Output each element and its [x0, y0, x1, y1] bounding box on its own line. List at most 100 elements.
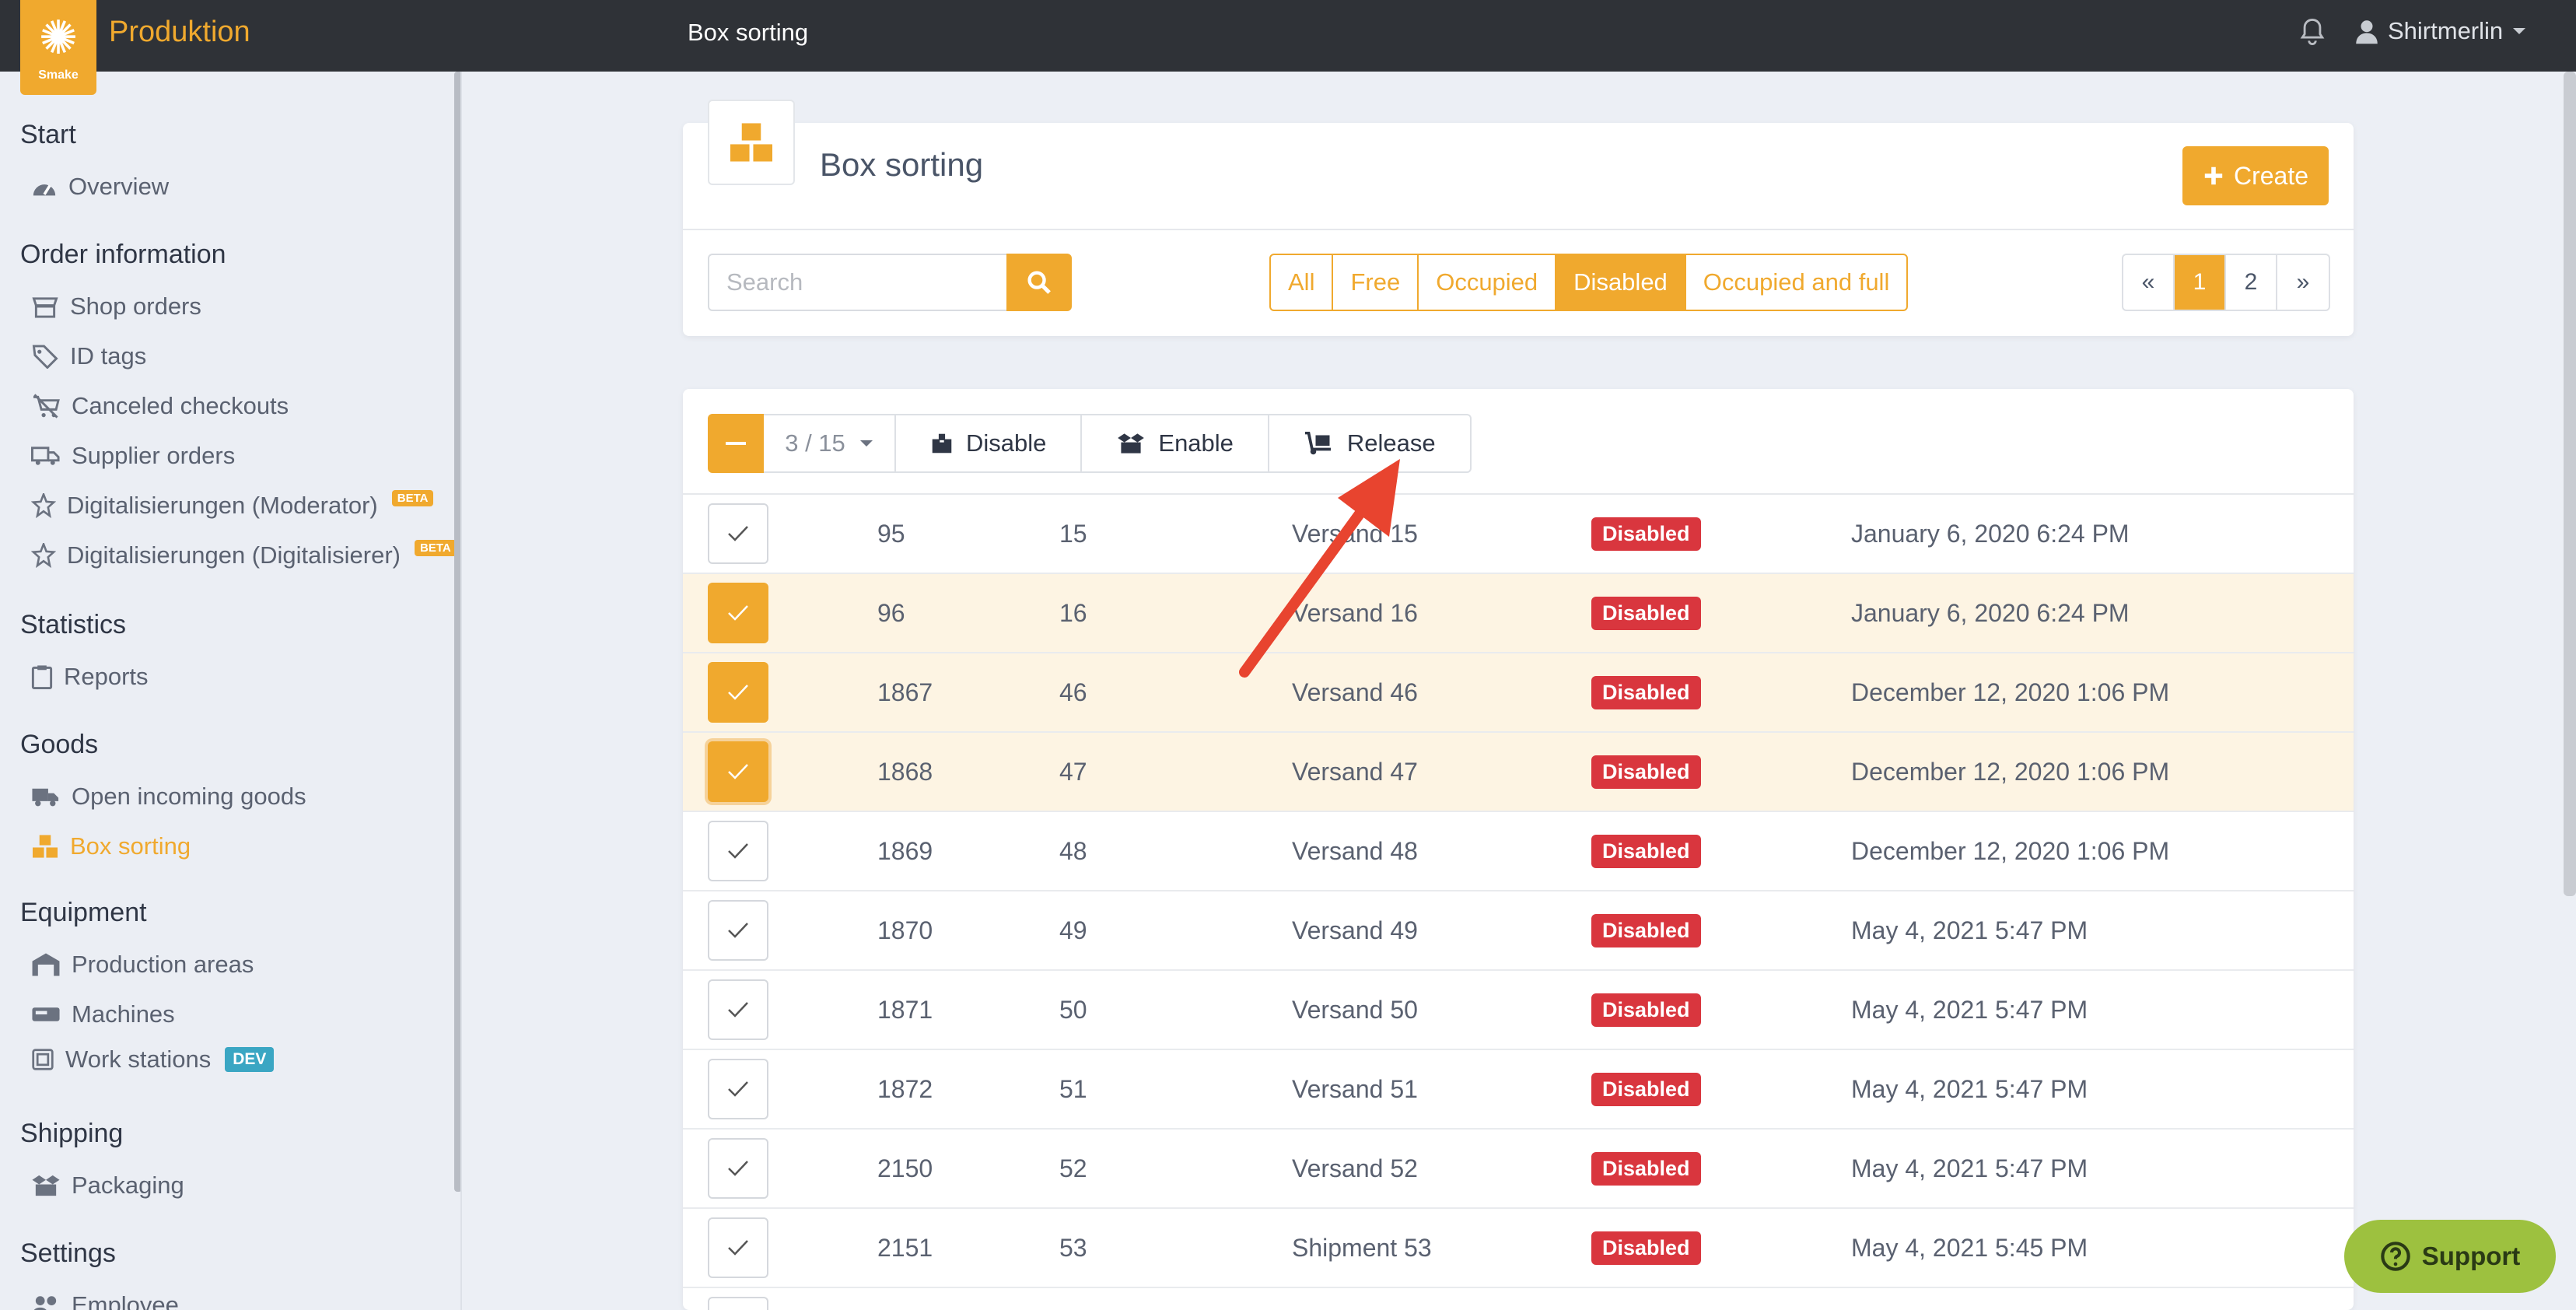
- sidebar-item-machines[interactable]: Machines: [31, 1000, 175, 1028]
- row-checkbox[interactable]: [708, 821, 768, 881]
- sidebar-item-label: ID tags: [70, 342, 147, 370]
- table-row[interactable]: 2150 52 Versand 52 Disabled May 4, 2021 …: [683, 1130, 2354, 1209]
- sidebar-item-label: Production areas: [72, 951, 254, 978]
- sidebar-item-production-areas[interactable]: Production areas: [31, 951, 254, 979]
- user-name: Shirtmerlin: [2388, 17, 2504, 44]
- sidebar-item-work-stations[interactable]: Work stations DEV: [31, 1046, 275, 1074]
- status-badge: Disabled: [1591, 596, 1701, 630]
- search-button[interactable]: [1006, 254, 1072, 311]
- cell-id: 1869: [877, 836, 933, 865]
- row-checkbox[interactable]: [708, 503, 768, 564]
- cell-id: 1868: [877, 757, 933, 786]
- sidebar-section-settings: Settings: [20, 1238, 116, 1268]
- sidebar-item-id-tags[interactable]: ID tags: [31, 342, 146, 370]
- bell-icon[interactable]: [2299, 17, 2326, 51]
- sidebar-item-label: Overview: [68, 173, 170, 200]
- pagination-page-1[interactable]: 1: [2175, 255, 2226, 310]
- sidebar-item-label: Shop orders: [70, 292, 201, 320]
- pagination-page-2[interactable]: 2: [2226, 255, 2277, 310]
- create-button[interactable]: Create: [2182, 146, 2329, 205]
- cell-name: Versand 49: [1292, 916, 1418, 944]
- sidebar-section-order-information: Order information: [20, 240, 226, 269]
- check-icon: [728, 1081, 748, 1097]
- boxes-icon: [33, 835, 58, 858]
- table-row[interactable]: 95 15 Versand 15 Disabled January 6, 202…: [683, 495, 2354, 574]
- row-checkbox[interactable]: [708, 1138, 768, 1199]
- sidebar-item-supplier-orders[interactable]: Supplier orders: [31, 442, 235, 470]
- disable-button[interactable]: Disable: [896, 414, 1083, 473]
- sidebar-item-overview[interactable]: Overview: [31, 173, 169, 201]
- row-checkbox[interactable]: [708, 1297, 768, 1310]
- card-title: Box sorting: [820, 146, 984, 183]
- table-row[interactable]: 1869 48 Versand 48 Disabled December 12,…: [683, 812, 2354, 891]
- release-button[interactable]: Release: [1269, 414, 1472, 473]
- search-input[interactable]: [708, 254, 1006, 311]
- app-title[interactable]: Produktion: [109, 16, 250, 49]
- row-checkbox[interactable]: [708, 1217, 768, 1278]
- cell-date: January 6, 2020 6:24 PM: [1851, 598, 2130, 627]
- check-icon: [728, 1240, 748, 1256]
- table-row[interactable]: 1867 46 Versand 46 Disabled December 12,…: [683, 653, 2354, 733]
- cart-slash-icon: [33, 394, 60, 419]
- row-checkbox[interactable]: [708, 662, 768, 723]
- sidebar-section-shipping: Shipping: [20, 1119, 124, 1148]
- truck-icon: [31, 447, 60, 465]
- sidebar: Start Overview Order information Shop or…: [0, 72, 462, 1310]
- logo[interactable]: ✺ Smake: [20, 0, 96, 95]
- pagination-prev[interactable]: «: [2123, 255, 2175, 310]
- sidebar-item-open-incoming-goods[interactable]: Open incoming goods: [31, 783, 306, 811]
- table-row[interactable]: [683, 1288, 2354, 1310]
- deselect-all-button[interactable]: [708, 414, 764, 473]
- filter-all[interactable]: All: [1271, 255, 1334, 310]
- cell-number: 53: [1059, 1233, 1087, 1262]
- user-menu[interactable]: Shirtmerlin: [2355, 17, 2526, 45]
- page-scrollbar[interactable]: [2564, 72, 2576, 896]
- row-checkbox[interactable]: [708, 979, 768, 1040]
- pagination-next[interactable]: »: [2277, 255, 2329, 310]
- enable-button[interactable]: Enable: [1082, 414, 1269, 473]
- row-checkbox[interactable]: [708, 583, 768, 643]
- sidebar-item-digitalisierungen-digitalisierer[interactable]: Digitalisierungen (Digitalisierer) BETA: [31, 539, 457, 569]
- header-card: Box sorting Create All Free Occupied Dis…: [683, 100, 2354, 336]
- check-icon: [728, 526, 748, 541]
- cell-date: May 4, 2021 5:47 PM: [1851, 995, 2088, 1024]
- sidebar-item-reports[interactable]: Reports: [31, 663, 149, 691]
- cell-id: 1872: [877, 1074, 933, 1103]
- row-checkbox[interactable]: [708, 900, 768, 961]
- sidebar-item-shop-orders[interactable]: Shop orders: [31, 292, 201, 320]
- row-checkbox[interactable]: [708, 741, 768, 802]
- table-row[interactable]: 1868 47 Versand 47 Disabled December 12,…: [683, 733, 2354, 812]
- cell-date: December 12, 2020 1:06 PM: [1851, 757, 2170, 786]
- support-button[interactable]: Support: [2344, 1220, 2556, 1293]
- table-row[interactable]: 1871 50 Versand 50 Disabled May 4, 2021 …: [683, 971, 2354, 1050]
- filter-disabled[interactable]: Disabled: [1556, 255, 1686, 310]
- filter-occupied[interactable]: Occupied: [1419, 255, 1557, 310]
- cell-number: 47: [1059, 757, 1087, 786]
- filter-occupied-and-full[interactable]: Occupied and full: [1686, 255, 1907, 310]
- check-icon: [728, 1161, 748, 1176]
- status-badge: Disabled: [1591, 755, 1701, 789]
- row-checkbox[interactable]: [708, 1059, 768, 1119]
- filter-free[interactable]: Free: [1333, 255, 1419, 310]
- selection-count-dropdown[interactable]: 3 / 15: [764, 414, 896, 473]
- cell-date: December 12, 2020 1:06 PM: [1851, 836, 2170, 865]
- table-row[interactable]: 1870 49 Versand 49 Disabled May 4, 2021 …: [683, 891, 2354, 971]
- table-row[interactable]: 2151 53 Shipment 53 Disabled May 4, 2021…: [683, 1209, 2354, 1288]
- sidebar-item-employee[interactable]: Employee: [31, 1291, 179, 1310]
- check-icon: [728, 764, 748, 779]
- sidebar-item-label: Packaging: [72, 1172, 184, 1199]
- sidebar-item-packaging[interactable]: Packaging: [31, 1172, 184, 1200]
- cell-number: 52: [1059, 1154, 1087, 1182]
- sidebar-scrollbar[interactable]: [454, 72, 460, 1192]
- pagination: « 1 2 »: [2122, 254, 2330, 311]
- table-row[interactable]: 96 16 Versand 16 Disabled January 6, 202…: [683, 574, 2354, 653]
- plus-icon: [2204, 166, 2223, 185]
- status-badge: Disabled: [1591, 1231, 1701, 1265]
- cell-date: May 4, 2021 5:45 PM: [1851, 1233, 2088, 1262]
- sidebar-item-canceled-checkouts[interactable]: Canceled checkouts: [31, 392, 289, 420]
- sidebar-item-box-sorting[interactable]: Box sorting: [31, 832, 191, 860]
- sidebar-item-label: Work stations: [65, 1046, 212, 1073]
- dolly-icon: [1304, 432, 1331, 455]
- table-row[interactable]: 1872 51 Versand 51 Disabled May 4, 2021 …: [683, 1050, 2354, 1130]
- sidebar-item-digitalisierungen-moderator[interactable]: Digitalisierungen (Moderator) BETA: [31, 489, 434, 520]
